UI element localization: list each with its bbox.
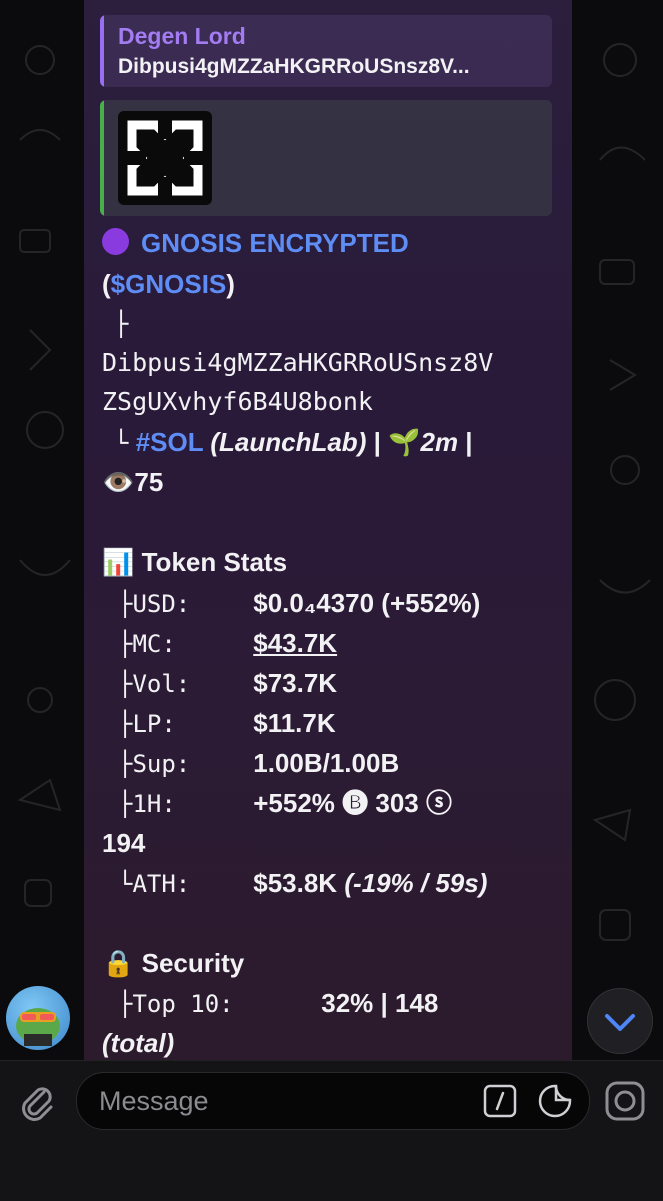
camera-button[interactable] bbox=[604, 1080, 646, 1127]
separator: | bbox=[373, 427, 381, 457]
ticker-line: ($GNOSIS) bbox=[102, 268, 235, 300]
eye-icon: 👁️ bbox=[102, 467, 135, 497]
camera-icon bbox=[605, 1081, 645, 1121]
stat-key: USD: bbox=[132, 590, 191, 618]
stat-prefix: ├ bbox=[118, 670, 133, 698]
purple-circle-icon bbox=[102, 228, 129, 255]
security-title: Security bbox=[141, 948, 245, 978]
stat-key: MC: bbox=[132, 630, 176, 658]
security-wrap: (total) bbox=[102, 1028, 175, 1058]
stat-key: LP: bbox=[132, 710, 176, 738]
branch-glyph: ├ bbox=[102, 308, 128, 340]
chevron-down-icon bbox=[605, 1014, 635, 1031]
stat-prefix: ├ bbox=[118, 630, 133, 658]
stat-prefix: ├ bbox=[118, 990, 133, 1018]
stat-value: 1.00B/1.00B bbox=[253, 748, 400, 778]
contract-address-line-1[interactable]: Dibpusi4gMZZaHKGRRoUSnsz8V bbox=[102, 347, 493, 379]
stat-prefix: ├ bbox=[118, 790, 133, 818]
stat-prefix: ├ bbox=[118, 750, 133, 778]
stat-key: ATH: bbox=[132, 870, 191, 898]
commands-button[interactable] bbox=[483, 1084, 517, 1123]
message-input[interactable]: Message bbox=[76, 1072, 590, 1130]
platform-label: (LaunchLab) bbox=[210, 427, 367, 457]
branch-top: ├ bbox=[114, 310, 129, 338]
link-preview[interactable] bbox=[100, 100, 552, 216]
sticker-button[interactable] bbox=[537, 1083, 573, 1124]
security-header: 🔒 Security bbox=[102, 947, 244, 979]
token-stats-header: 📊 Token Stats bbox=[102, 546, 287, 578]
reply-text: Dibpusi4gMZZaHKGRRoUSnsz8V... bbox=[118, 55, 470, 78]
token-logo-icon bbox=[118, 111, 212, 205]
separator: | bbox=[465, 427, 473, 457]
token-name-link[interactable]: GNOSIS ENCRYPTED bbox=[141, 228, 409, 258]
security-row-top10: ├Top 10: 32% | 148 bbox=[102, 987, 438, 1020]
ticker-link[interactable]: $GNOSIS bbox=[111, 269, 227, 299]
views-count: 75 bbox=[134, 467, 164, 497]
stat-value: $53.8K bbox=[253, 868, 338, 898]
token-age: 2m bbox=[420, 427, 459, 457]
slash-command-icon bbox=[483, 1084, 517, 1118]
scroll-to-bottom-button[interactable] bbox=[587, 988, 653, 1054]
token-stats-title: Token Stats bbox=[141, 547, 288, 577]
stat-row-1h: ├1H: +552% 🅑 303 ⓢ bbox=[102, 787, 452, 820]
paperclip-icon bbox=[22, 1087, 53, 1121]
market-cap-link[interactable]: $43.7K bbox=[253, 628, 337, 658]
paren-open: ( bbox=[102, 269, 111, 299]
branch-bottom: └ bbox=[114, 429, 129, 457]
message-placeholder: Message bbox=[99, 1086, 209, 1116]
chain-hashtag-link[interactable]: #SOL bbox=[136, 427, 203, 457]
attach-button[interactable] bbox=[16, 1080, 58, 1127]
stat-value: $11.7K bbox=[253, 708, 336, 738]
stat-key: Top 10: bbox=[132, 990, 234, 1018]
stat-value: $0.0₄4370 (+552%) bbox=[253, 588, 481, 618]
seedling-icon: 🌱 bbox=[388, 427, 421, 457]
token-title-line: GNOSIS ENCRYPTED bbox=[102, 227, 409, 259]
stat-row-mc: ├MC: $43.7K bbox=[102, 627, 337, 660]
stat-prefix: └ bbox=[118, 870, 133, 898]
sticker-icon bbox=[538, 1084, 572, 1118]
stat-value: $73.7K bbox=[253, 668, 338, 698]
chain-line: └ #SOL (LaunchLab) | 🌱2m | bbox=[102, 426, 473, 459]
paren-close: ) bbox=[226, 269, 235, 299]
stat-key: 1H: bbox=[132, 790, 176, 818]
views-line: 👁️75 bbox=[102, 466, 163, 498]
stat-1h-wrap: 194 bbox=[102, 828, 146, 858]
reply-quote[interactable]: Degen Lord Dibpusi4gMZZaHKGRRoUSnsz8V... bbox=[100, 15, 552, 87]
reply-author: Degen Lord bbox=[118, 23, 246, 49]
stat-prefix: ├ bbox=[118, 590, 133, 618]
ath-change: (-19% / 59s) bbox=[344, 868, 488, 898]
stat-row-vol: ├Vol: $73.7K bbox=[102, 667, 337, 700]
stat-row-lp: ├LP: $11.7K bbox=[102, 707, 336, 740]
lock-icon: 🔒 bbox=[102, 948, 135, 978]
stat-value: 32% | 148 bbox=[321, 988, 439, 1018]
stat-value: +552% 🅑 303 ⓢ bbox=[253, 788, 452, 818]
stat-row-usd: ├USD: $0.0₄4370 (+552%) bbox=[102, 587, 480, 620]
message-bubble[interactable]: Degen Lord Dibpusi4gMZZaHKGRRoUSnsz8V...… bbox=[84, 0, 572, 1060]
sender-avatar[interactable] bbox=[6, 986, 70, 1050]
contract-address-line-2[interactable]: ZSgUXvhyf6B4U8bonk bbox=[102, 386, 373, 418]
stat-row-ath: └ATH: $53.8K (-19% / 59s) bbox=[102, 867, 487, 900]
stat-row-sup: ├Sup: 1.00B/1.00B bbox=[102, 747, 399, 780]
stat-key: Vol: bbox=[132, 670, 191, 698]
stat-prefix: ├ bbox=[118, 710, 133, 738]
stat-key: Sup: bbox=[132, 750, 191, 778]
bar-chart-icon: 📊 bbox=[102, 547, 135, 577]
